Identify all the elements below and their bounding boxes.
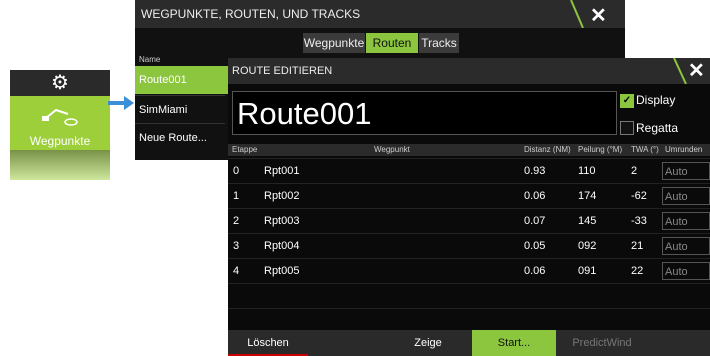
route-list-item[interactable]: SimMiami [135, 96, 229, 124]
table-row[interactable]: 1 Rpt002 0.06 174 -62 Auto [228, 183, 710, 208]
wegpunkt-cell: Rpt001 [264, 165, 300, 177]
background-title-bar: WEGPUNKTE, ROUTEN, UND TRACKS ✕ [135, 0, 625, 28]
etappe-cell: 0 [233, 165, 240, 177]
settings-gear-icon[interactable]: ⚙ [10, 70, 110, 96]
umrunden-select[interactable]: Auto [662, 187, 710, 205]
tab-wegpunkte[interactable]: Wegpunkte [303, 33, 365, 53]
column-distanz: Distanz (NM) [524, 145, 571, 154]
regatta-label: Regatta [636, 121, 679, 135]
twa-cell: 22 [631, 265, 644, 277]
route-edit-dialog: ROUTE EDITIEREN ✕ Route001 ✓ Display Reg… [228, 58, 710, 356]
dialog-close-icon[interactable]: ✕ [688, 58, 710, 84]
tab-routen[interactable]: Routen [366, 33, 418, 53]
dialog-title: ROUTE EDITIEREN [232, 65, 333, 77]
delete-button[interactable]: Löschen [228, 330, 308, 356]
umrunden-select[interactable]: Auto [662, 212, 710, 230]
wegpunkt-cell: Rpt003 [264, 215, 300, 227]
umrunden-select[interactable]: Auto [662, 237, 710, 255]
wegpunkt-cell: Rpt005 [264, 265, 300, 277]
dialog-title-bar: ROUTE EDITIEREN ✕ [228, 58, 710, 84]
distanz-cell: 0.93 [524, 165, 546, 177]
umrunden-select[interactable]: Auto [662, 162, 710, 180]
twa-cell: -62 [631, 190, 647, 202]
table-row[interactable]: 3 Rpt004 0.05 092 21 Auto [228, 233, 710, 258]
table-row-empty [228, 283, 710, 308]
tab-tracks[interactable]: Tracks [419, 33, 459, 53]
display-label: Display [636, 93, 676, 107]
distanz-cell: 0.06 [524, 190, 546, 202]
twa-cell: 2 [631, 165, 638, 177]
column-peilung: Peilung (°M) [578, 145, 623, 154]
peilung-cell: 145 [578, 215, 597, 227]
route-name-value: Route001 [237, 96, 372, 131]
show-button[interactable]: Zeige [388, 330, 468, 356]
regatta-checkbox[interactable] [620, 121, 634, 135]
wegpunkt-cell: Rpt004 [264, 240, 300, 252]
table-row[interactable]: 0 Rpt001 0.93 110 2 Auto [228, 158, 710, 183]
column-umrunden: Umrunden [665, 145, 703, 154]
peilung-cell: 091 [578, 265, 597, 277]
peilung-cell: 174 [578, 190, 597, 202]
home-tile-label: Wegpunkte [29, 134, 91, 148]
background-window-title: WEGPUNKTE, ROUTEN, UND TRACKS [141, 7, 361, 21]
background-close-icon[interactable]: ✕ [590, 3, 614, 27]
waypoints-icon [42, 108, 78, 126]
home-tile-shadow [10, 150, 110, 180]
column-etappe: Etappe [232, 145, 258, 154]
twa-cell: -33 [631, 215, 647, 227]
etappe-cell: 4 [233, 265, 240, 277]
table-header: Etappe Wegpunkt Distanz (NM) Peilung (°M… [228, 144, 710, 156]
display-checkbox[interactable]: ✓ [620, 94, 634, 108]
wegpunkt-cell: Rpt002 [264, 190, 300, 202]
distanz-cell: 0.05 [524, 240, 546, 252]
distanz-cell: 0.06 [524, 265, 546, 277]
route-list-item[interactable]: Neue Route... [135, 124, 229, 152]
twa-cell: 21 [631, 240, 644, 252]
table-row-empty [228, 308, 710, 330]
column-wegpunkt: Wegpunkt [374, 145, 410, 154]
route-list-item[interactable]: Route001 [135, 66, 229, 94]
table-row[interactable]: 2 Rpt003 0.07 145 -33 Auto [228, 208, 710, 233]
title-accent-icon [570, 0, 584, 28]
peilung-cell: 110 [578, 165, 596, 177]
etappe-cell: 2 [233, 215, 240, 227]
etappe-cell: 3 [233, 240, 240, 252]
list-header-name: Name [139, 55, 161, 64]
route-name-input[interactable]: Route001 [232, 91, 617, 135]
navigation-arrow-icon [108, 96, 134, 110]
umrunden-select[interactable]: Auto [662, 262, 710, 280]
peilung-cell: 092 [578, 240, 597, 252]
column-twa: TWA (°) [631, 145, 659, 154]
predictwind-button[interactable]: PredictWind [556, 330, 648, 356]
start-button[interactable]: Start... [472, 330, 556, 356]
distanz-cell: 0.07 [524, 215, 546, 227]
dialog-footer: Löschen Zeige Start... PredictWind [228, 330, 710, 356]
table-row[interactable]: 4 Rpt005 0.06 091 22 Auto [228, 258, 710, 283]
etappe-cell: 1 [233, 190, 240, 202]
